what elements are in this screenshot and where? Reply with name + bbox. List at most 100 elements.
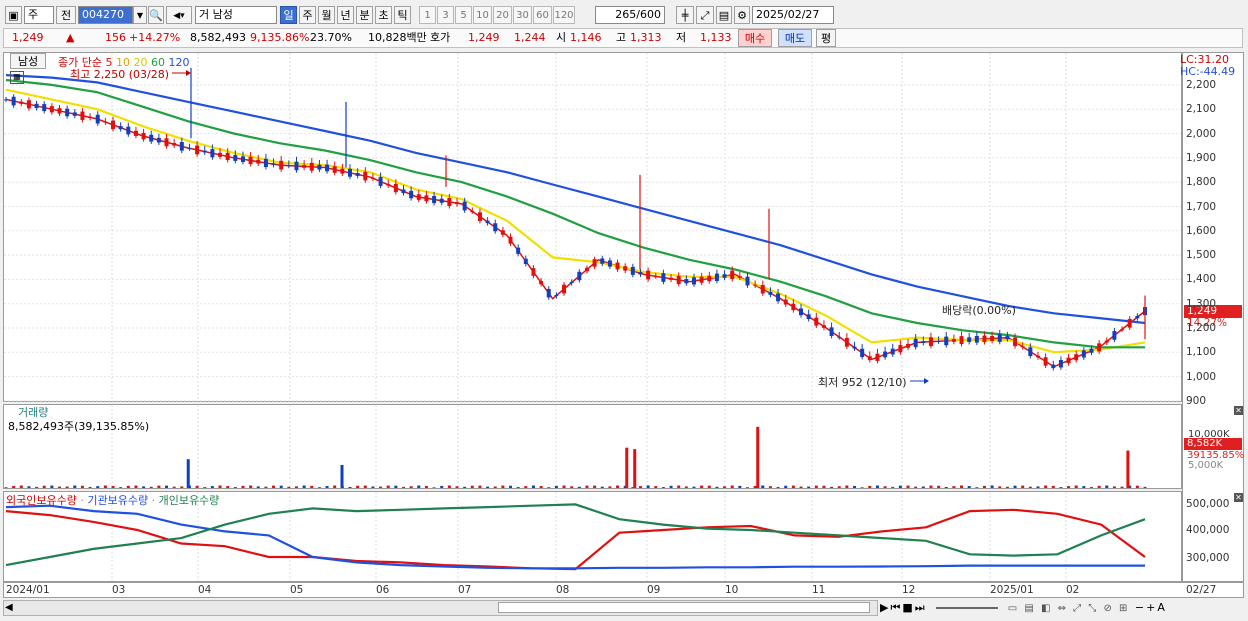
grid-icon[interactable]: ▦ <box>10 71 24 84</box>
volume-bar <box>19 485 23 488</box>
candle-body <box>325 164 330 172</box>
candle-body <box>959 336 964 345</box>
zoom-out-icon[interactable]: − <box>1135 601 1146 614</box>
volume-bar <box>677 485 681 488</box>
legend-institution: 기관보유수량 <box>87 494 149 507</box>
candle-body <box>531 268 536 276</box>
volume-bar <box>768 486 772 488</box>
candle-body <box>210 149 215 158</box>
volume-bar <box>646 485 650 488</box>
volume-bar <box>363 485 367 488</box>
candle-body <box>1074 354 1079 361</box>
volume-bar <box>317 487 321 488</box>
price-tick: 900 <box>1186 394 1207 407</box>
volume-bar <box>753 485 757 488</box>
x-axis-label: 06 <box>376 584 390 596</box>
high-note: 최고 2,250 (03/28) <box>70 68 170 81</box>
tool-icons[interactable]: ▭ ▤ ◧ ⇔ ⤢ ⤡ ⊘ ⊞ <box>1008 603 1130 614</box>
candle-body <box>1058 360 1063 368</box>
volume-bar <box>379 486 383 488</box>
holding-tick: 500,000 <box>1186 498 1230 510</box>
volume-bar <box>830 486 834 488</box>
volume-bar <box>531 485 535 488</box>
volume-bar <box>272 485 276 488</box>
candle-body <box>974 335 979 343</box>
candle-body <box>149 134 154 142</box>
candle-body <box>462 201 467 211</box>
candle-body <box>760 284 765 294</box>
volume-bar <box>761 485 765 488</box>
volume-bar <box>1021 485 1025 488</box>
volume-bar <box>1067 486 1071 488</box>
candle-body <box>875 353 880 361</box>
ma-line-5 <box>5 98 1146 368</box>
volume-bar <box>1143 486 1147 488</box>
x-axis-label: 10 <box>725 584 739 596</box>
nav-controls[interactable]: ▶⏮■⏭ ▭ ▤ ◧ ⇔ ⤢ ⤡ ⊘ ⊞ −+A <box>880 601 1244 617</box>
first-icon[interactable]: ⏮ <box>890 601 902 614</box>
price-tick: 2,100 <box>1186 103 1217 116</box>
scroll-thumb[interactable] <box>498 602 870 613</box>
candle-body <box>707 275 712 282</box>
volume-bar <box>585 485 589 488</box>
volume-bar <box>27 486 31 488</box>
candle-body <box>691 277 696 285</box>
volume-bar <box>424 485 428 488</box>
volume-bar <box>88 486 92 488</box>
stock-tab[interactable]: 남성 <box>10 53 46 69</box>
candle-body <box>1028 347 1033 357</box>
zoom-in-icon[interactable]: + <box>1146 601 1157 614</box>
zoom-slider[interactable] <box>936 607 999 609</box>
volume-bar <box>440 485 444 488</box>
candle-body <box>1097 343 1102 352</box>
close-icon[interactable]: ✕ <box>1234 406 1243 415</box>
candle-body <box>378 177 383 186</box>
volume-bar <box>1044 485 1048 488</box>
volume-spike <box>1126 450 1130 488</box>
volume-bar <box>1112 486 1116 488</box>
volume-bar <box>539 486 543 488</box>
volume-bar <box>730 485 734 488</box>
candle-body <box>546 288 551 298</box>
candle-body <box>133 130 138 136</box>
x-axis-label: 05 <box>290 584 304 596</box>
candle-body <box>921 341 926 343</box>
volume-bar <box>509 485 513 488</box>
volume-bar <box>799 486 803 488</box>
candle-body <box>4 99 8 101</box>
candle-body <box>309 162 314 171</box>
volume-bar <box>554 485 558 488</box>
volume-bar <box>142 486 146 488</box>
high-arrow-head <box>186 70 191 76</box>
legend-individual: 개인보유수량 <box>158 494 220 507</box>
candle-body <box>195 145 200 155</box>
volume-bar <box>921 486 925 488</box>
close-icon[interactable]: ✕ <box>1234 493 1243 502</box>
price-tick: 1,300 <box>1186 297 1217 310</box>
scroll-left-icon[interactable]: ◀ <box>5 602 13 613</box>
volume-bar <box>302 485 306 488</box>
candle-body <box>669 277 674 280</box>
candle-body <box>386 183 391 186</box>
stop-icon[interactable]: ■ <box>902 601 914 614</box>
volume-bar <box>745 487 749 488</box>
candle-body <box>584 267 589 272</box>
volume-bar <box>654 486 658 488</box>
candle-body <box>187 148 192 150</box>
candle-body <box>684 279 689 284</box>
volume-bar <box>975 487 979 488</box>
x-axis-label: 09 <box>647 584 661 596</box>
candle-body <box>730 270 735 280</box>
play-icon[interactable]: ▶ <box>880 601 890 614</box>
candle-body <box>218 152 223 157</box>
last-icon[interactable]: ⏭ <box>915 601 927 614</box>
volume-bar <box>310 485 314 488</box>
volume-bar <box>684 486 688 488</box>
candle-body <box>141 132 146 140</box>
volume-bar <box>845 485 849 488</box>
volume-bar <box>478 485 482 488</box>
font-icon[interactable]: A <box>1157 601 1167 614</box>
volume-bar <box>470 485 474 488</box>
volume-bar <box>287 486 291 488</box>
volume-bar <box>982 485 986 488</box>
